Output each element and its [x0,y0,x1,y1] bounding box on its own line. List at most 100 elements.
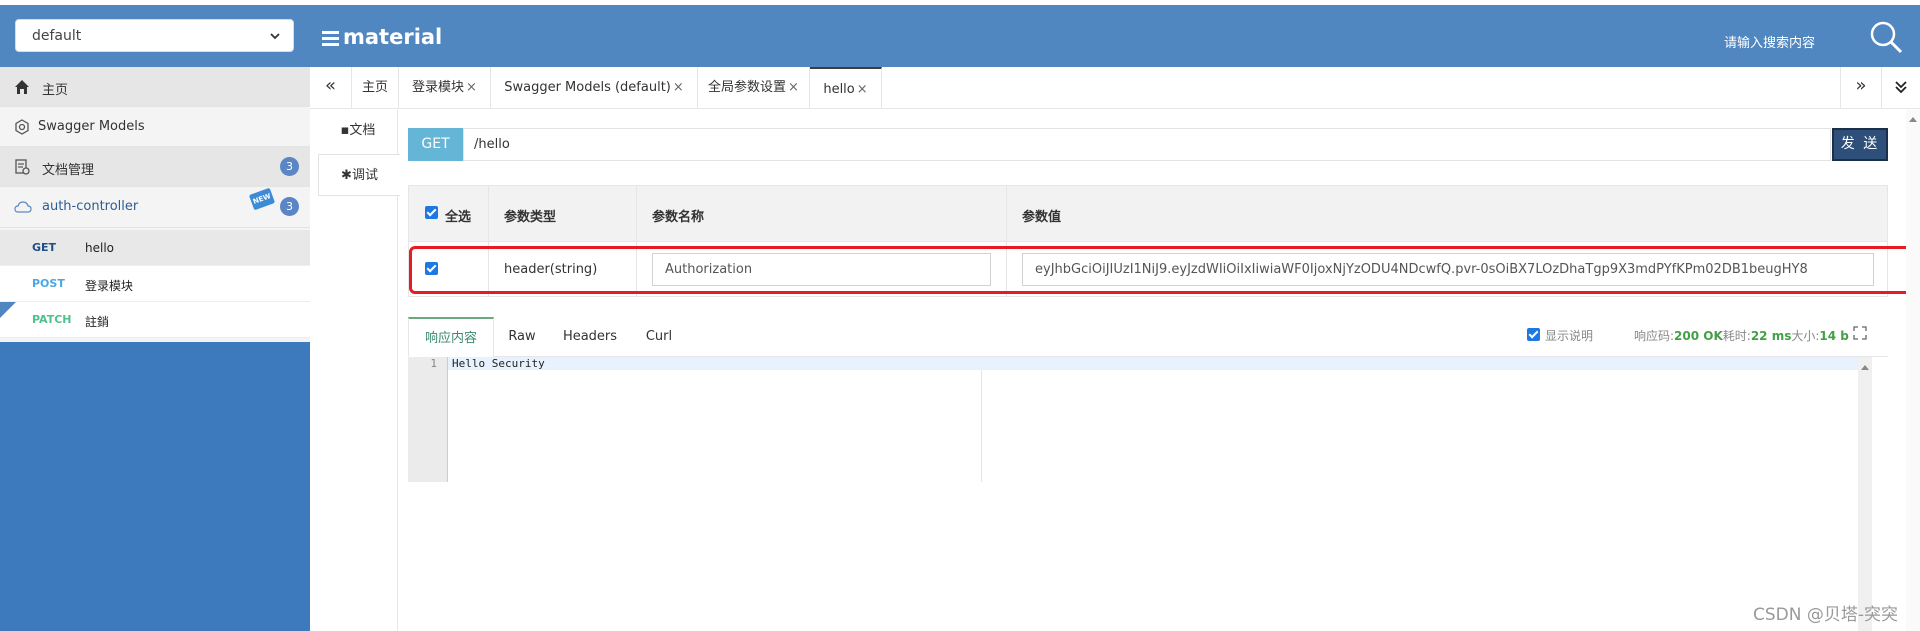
close-icon[interactable]: × [673,80,684,95]
api-name: 註銷 [85,315,110,329]
tab-label: Swagger Models (default) [504,80,671,95]
select-all-checkbox[interactable] [425,206,438,219]
method-label: GET [408,128,463,161]
count-badge: 3 [280,197,299,216]
double-chevron-down-icon [1895,81,1907,94]
menu-icon[interactable] [322,28,339,49]
tab-label: hello [823,82,855,97]
sidebar-item-label: Swagger Models [38,119,145,134]
tabs-scroll-right-icon[interactable]: » [1840,67,1882,108]
tab-label: Curl [645,329,673,344]
swagger-icon [15,119,29,135]
highlight-annotation [409,246,1918,294]
api-item-patch-logout[interactable]: PATCH 註銷 [0,302,310,338]
params-header-label: 参数名称 [652,210,705,225]
sidebar-item-doc-manage[interactable]: 文档管理 3 [0,147,310,187]
size-value: 14 b [1819,329,1849,343]
new-badge: NEW [248,187,276,211]
group-select-value: default [32,28,82,44]
watermark: CSDN @贝塔-突突 [1753,605,1899,625]
tabs-menu-icon[interactable] [1882,67,1920,108]
sidebar: 主页 Swagger Models 文档管理 3 auth-controller… [0,67,310,631]
tab-label: 调试 [351,168,378,183]
home-icon [15,80,29,94]
api-method: POST [32,277,65,290]
response-body: Hello Security [452,357,545,370]
tabs-scroll-left-icon[interactable]: « [310,67,352,108]
tab-label: 主页 [361,80,388,95]
fullscreen-icon[interactable] [1853,326,1867,340]
time-value: 22 ms [1750,329,1792,343]
line-number: 1 [430,357,437,370]
group-select[interactable]: default [15,19,294,52]
editor-scrollbar[interactable] [1858,357,1872,631]
code-line: Hello Security [448,357,1866,370]
time-label: 耗时: [1722,329,1751,343]
api-name: 登录模块 [85,279,134,293]
tab-curl[interactable]: Curl [630,317,688,357]
tabs-bar: « 主页 登录模块 × Swagger Models (default) × 全局参… [310,67,1920,109]
scroll-up-icon[interactable] [1861,364,1869,370]
send-button[interactable]: 发 送 [1832,128,1888,161]
response-editor[interactable]: 1 Hello Security [408,357,1866,482]
tab-swagger-models[interactable]: Swagger Models (default) × [491,67,698,108]
chevron-down-icon [270,33,280,40]
tab-raw[interactable]: Raw [494,317,550,357]
doc-debug-tabs: ▪文档 ✱调试 [310,110,400,631]
sidebar-item-label: auth-controller [42,199,139,214]
tab-debug[interactable]: ✱调试 [318,154,400,196]
page-scrollbar[interactable] [1906,110,1920,631]
scroll-up-icon[interactable] [1909,116,1917,122]
params-header-label: 参数值 [1022,210,1062,225]
tab-global-params[interactable]: 全局参数设置 × [698,67,810,108]
bug-icon: ✱ [341,168,352,183]
print-margin [981,370,982,482]
url-value: /hello [474,137,510,152]
response-meta: 响应码:200 OK耗时:22 ms大小:14 b [1634,327,1849,344]
close-icon[interactable]: × [788,80,799,95]
editor-gutter: 1 [408,357,448,482]
tab-label: 登录模块 [412,80,465,95]
sidebar-item-swagger-models[interactable]: Swagger Models [0,107,310,147]
show-desc-checkbox[interactable] [1527,328,1540,341]
api-item-post-login[interactable]: POST 登录模块 [0,266,310,302]
size-label: 大小: [1791,329,1820,343]
tab-headers[interactable]: Headers [550,317,630,357]
brand: material [322,25,442,49]
status-label: 响应码: [1634,329,1675,343]
sidebar-item-label: 文档管理 [42,163,95,178]
show-desc-label: 显示说明 [1545,329,1594,343]
params-header-label: 参数类型 [504,210,557,225]
sidebar-item-label: 主页 [42,83,69,98]
tab-doc[interactable]: ▪文档 [318,110,398,152]
api-method: PATCH [32,313,72,326]
api-item-get-hello[interactable]: GET hello [0,230,310,266]
tab-label: 文档 [349,123,376,138]
tab-label: 全局参数设置 [708,80,787,95]
tab-label: 响应内容 [424,331,477,346]
sidebar-menu: 主页 Swagger Models 文档管理 3 auth-controller… [0,67,310,342]
api-name: hello [85,241,114,255]
params-header-label: 全选 [445,210,472,225]
search-placeholder[interactable]: 请输入搜索内容 [1724,32,1815,51]
tab-hello[interactable]: hello × [810,67,882,108]
close-icon[interactable]: × [466,80,477,95]
deprecated-flag-icon [0,302,16,318]
doc-manage-icon [15,159,30,175]
brand-title: material [343,25,443,49]
search-icon[interactable] [1868,19,1904,55]
close-icon[interactable]: × [857,82,868,97]
tab-label: Headers [562,329,618,344]
api-method: GET [32,241,57,254]
count-badge: 3 [280,157,299,176]
url-field[interactable]: /hello [463,128,1831,161]
status-value: 200 OK [1674,329,1723,343]
tab-login-module[interactable]: 登录模块 × [399,67,491,108]
sidebar-item-home[interactable]: 主页 [0,67,310,107]
cloud-icon [14,201,32,213]
top-bar: default material 请输入搜索内容 [0,5,1920,67]
tab-label: Raw [508,329,536,344]
tab-home[interactable]: 主页 [352,67,399,108]
sidebar-item-auth-controller[interactable]: auth-controller NEW 3 [0,187,310,228]
tab-response-content[interactable]: 响应内容 [408,317,494,357]
